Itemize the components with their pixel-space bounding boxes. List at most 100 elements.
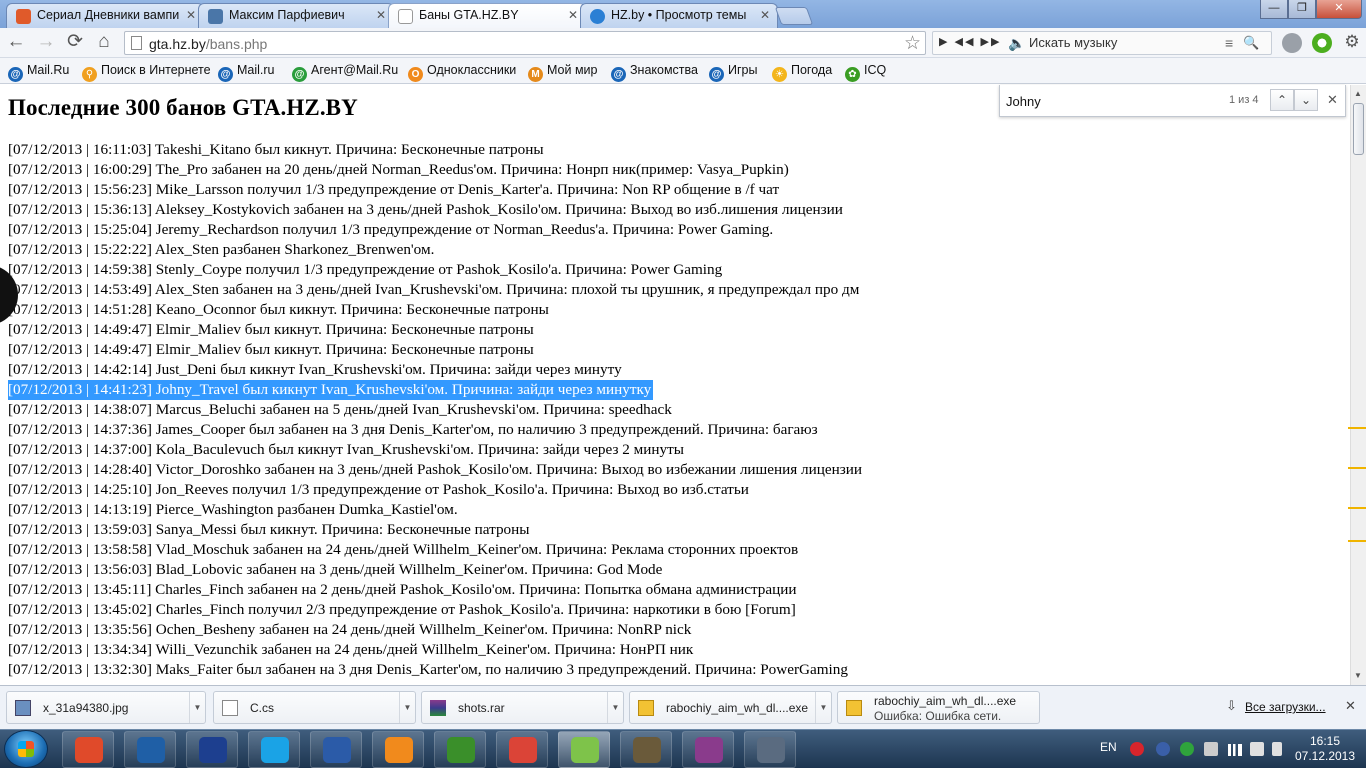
find-close-icon[interactable]: ✕ (1327, 92, 1338, 108)
forward-button[interactable]: → (34, 32, 58, 54)
taskbar-save-app[interactable] (186, 731, 238, 768)
show-all-downloads-link[interactable]: Все загрузки... (1245, 700, 1326, 714)
extension-green-icon[interactable] (1312, 33, 1332, 53)
close-tab-icon[interactable]: ✕ (568, 8, 578, 22)
log-line-text: [07/12/2013 | 13:45:02] Charles_Finch по… (8, 601, 796, 618)
flag-icon[interactable] (1272, 742, 1282, 756)
clock[interactable]: 16:15 07.12.2013 (1294, 734, 1356, 764)
speaker-icon[interactable]: 🔈 (1008, 35, 1025, 52)
close-tab-icon[interactable]: ✕ (186, 8, 196, 22)
tab-vk-profile[interactable]: Максим Парфиевич ✕ (198, 3, 394, 28)
bookmark-odnoklassniki[interactable]: О Одноклассники (408, 63, 516, 82)
bookmark-label: Мой мир (547, 63, 598, 77)
bookmark-moy-mir[interactable]: М Мой мир (528, 63, 598, 82)
download-menu-arrow-icon[interactable]: ▼ (607, 692, 623, 723)
taskbar-avast-app[interactable] (372, 731, 424, 768)
back-button[interactable]: ← (4, 32, 28, 54)
tray-icon[interactable] (1130, 742, 1144, 756)
download-menu-arrow-icon[interactable]: ▼ (399, 692, 415, 723)
bookmark-star-icon[interactable]: ☆ (904, 32, 921, 55)
moy-mir-icon: М (528, 67, 543, 82)
bookmark-label: ICQ (864, 63, 887, 77)
log-line-text: [07/12/2013 | 16:00:29] The_Pro забанен … (8, 161, 789, 178)
close-tab-icon[interactable]: ✕ (760, 8, 770, 22)
find-input[interactable] (1006, 91, 1226, 111)
find-previous-button[interactable]: ⌃ (1270, 89, 1294, 111)
tab-favicon (590, 9, 605, 24)
bookmark-igry[interactable]: @ Игры (709, 63, 757, 82)
scroll-down-arrow-icon[interactable]: ▼ (1354, 671, 1362, 680)
music-search-input[interactable]: Искать музыку (1029, 35, 1117, 50)
taskbar-chrome-app[interactable] (496, 731, 548, 768)
bookmark-mailru-2[interactable]: @ Mail.ru (218, 63, 275, 82)
start-button[interactable] (4, 730, 48, 768)
bookmark-pogoda[interactable]: ☀ Погода (772, 63, 832, 82)
minimize-button[interactable]: — (1260, 0, 1288, 19)
volume-icon[interactable] (1250, 742, 1264, 756)
close-window-button[interactable]: ✕ (1316, 0, 1362, 19)
extension-icon[interactable] (1282, 33, 1302, 53)
bookmark-label: Mail.ru (237, 63, 275, 77)
tab-bans[interactable]: Баны GTA.HZ.BY ✕ (388, 3, 586, 29)
search-icon[interactable]: 🔍 (1243, 35, 1259, 51)
home-button[interactable]: ⌂ (92, 32, 116, 54)
menu-lines-icon[interactable]: ≡ (1225, 35, 1233, 51)
download-item[interactable]: C.cs ▼ (213, 691, 416, 724)
power-icon (75, 737, 103, 763)
wrench-menu-icon[interactable]: ⚙ (1340, 32, 1364, 54)
taskbar-power-app[interactable] (62, 731, 114, 768)
taskbar-word-app[interactable] (310, 731, 362, 768)
taskbar-game-app[interactable] (434, 731, 486, 768)
taskbar-skype-app[interactable] (248, 731, 300, 768)
download-item[interactable]: x_31a94380.jpg ▼ (6, 691, 206, 724)
url-text[interactable]: gta.hz.by/bans.php (149, 36, 267, 52)
reload-button[interactable]: ⟳ (63, 32, 87, 54)
clock-date: 07.12.2013 (1294, 749, 1356, 763)
taskbar-steam-app[interactable] (744, 731, 796, 768)
network-icon[interactable] (1228, 744, 1242, 756)
download-menu-arrow-icon[interactable]: ▼ (189, 692, 205, 723)
vertical-scrollbar[interactable]: ▲ ▼ (1350, 85, 1366, 685)
bookmark-znakomstva[interactable]: @ Знакомства (611, 63, 698, 82)
tray-icon[interactable] (1156, 742, 1170, 756)
icq-icon: ✿ (845, 67, 860, 82)
scrollbar-thumb[interactable] (1353, 103, 1364, 155)
find-match-marker (1348, 507, 1366, 509)
action-center-icon[interactable] (1204, 742, 1218, 756)
download-item-failed[interactable]: rabochiy_aim_wh_dl....exe Ошибка: Ошибка… (837, 691, 1040, 724)
bookmark-agent[interactable]: @ Агент@Mail.Ru (292, 63, 398, 82)
bookmark-mailru[interactable]: @ Mail.Ru (8, 63, 69, 82)
bookmark-search[interactable]: ⚲ Поиск в Интернете (82, 63, 211, 82)
tab-serial[interactable]: Сериал Дневники вампи ✕ (6, 3, 204, 28)
taskbar-shutdown-app[interactable] (124, 731, 176, 768)
download-item[interactable]: shots.rar ▼ (421, 691, 624, 724)
download-item[interactable]: rabochiy_aim_wh_dl....exe ▼ (629, 691, 832, 724)
word-icon (323, 737, 351, 763)
tab-hz-forum[interactable]: HZ.by • Просмотр темы ✕ (580, 3, 778, 28)
music-playback-controls[interactable]: ▶ ◀◀ ▶▶ (939, 35, 1001, 48)
log-line-text: [07/12/2013 | 14:37:00] Kola_Baculevuch … (8, 441, 684, 458)
log-line: [07/12/2013 | 14:38:07] Marcus_Beluchi з… (8, 400, 862, 420)
taskbar-gta-app[interactable] (620, 731, 672, 768)
log-line: [07/12/2013 | 14:25:10] Jon_Reeves получ… (8, 480, 862, 500)
download-menu-arrow-icon[interactable]: ▼ (815, 692, 831, 723)
language-indicator[interactable]: EN (1100, 740, 1117, 754)
taskbar-winrar-app[interactable] (682, 731, 734, 768)
new-tab-button[interactable] (774, 7, 814, 25)
bookmark-label: Одноклассники (427, 63, 517, 77)
tray-icon[interactable] (1180, 742, 1194, 756)
maximize-button[interactable]: ❐ (1288, 0, 1316, 19)
close-tab-icon[interactable]: ✕ (376, 8, 386, 22)
find-next-button[interactable]: ⌄ (1294, 89, 1318, 111)
log-line-text: [07/12/2013 | 13:35:56] Ochen_Besheny за… (8, 621, 692, 638)
bookmark-label: Поиск в Интернете (101, 63, 211, 77)
folder-icon (638, 700, 654, 716)
taskbar-downloads-app[interactable] (558, 731, 610, 768)
windows-taskbar: EN 16:15 07.12.2013 (0, 729, 1366, 768)
address-bar[interactable]: gta.hz.by/bans.php ☆ (124, 31, 926, 55)
close-downloads-icon[interactable]: ✕ (1345, 698, 1356, 714)
bookmark-icq[interactable]: ✿ ICQ (845, 63, 886, 82)
gta-icon (633, 737, 661, 763)
log-line-text: [07/12/2013 | 14:42:14] Just_Deni был ки… (8, 361, 622, 378)
scroll-up-arrow-icon[interactable]: ▲ (1354, 89, 1362, 98)
